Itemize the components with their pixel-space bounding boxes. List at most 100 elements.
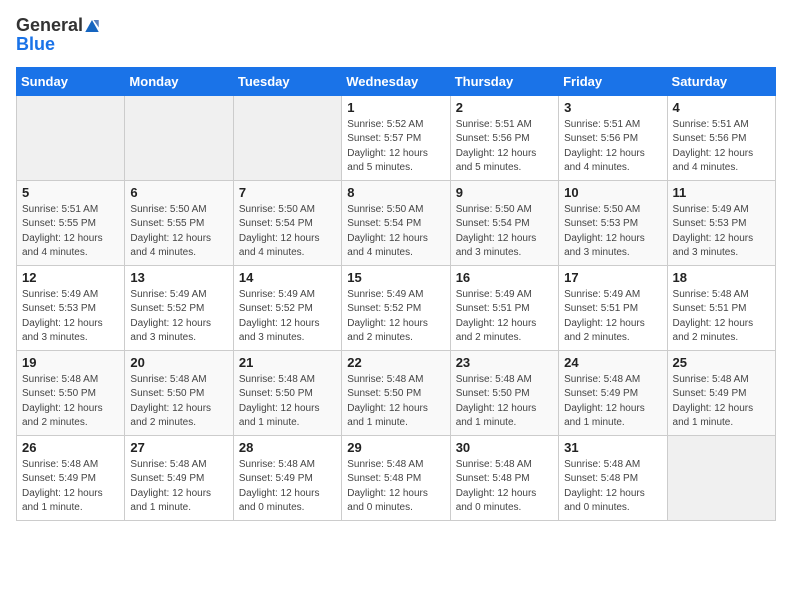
day-info: Sunrise: 5:48 AMSunset: 5:50 PMDaylight:… — [347, 373, 444, 431]
day-info: Sunrise: 5:48 AMSunset: 5:49 PMDaylight:… — [130, 458, 227, 516]
weekday-header-saturday: Saturday — [667, 67, 775, 95]
day-number: 17 — [564, 270, 661, 285]
day-info: Sunrise: 5:48 AMSunset: 5:50 PMDaylight:… — [456, 373, 553, 431]
day-number: 13 — [130, 270, 227, 285]
calendar-cell: 25 Sunrise: 5:48 AMSunset: 5:49 PMDayligh… — [667, 350, 775, 435]
day-info: Sunrise: 5:51 AMSunset: 5:56 PMDaylight:… — [673, 118, 770, 176]
calendar-cell — [17, 95, 125, 180]
day-number: 25 — [673, 355, 770, 370]
day-info: Sunrise: 5:48 AMSunset: 5:48 PMDaylight:… — [564, 458, 661, 516]
calendar-cell: 29Sunrise: 5:48 AMSunset: 5:48 PMDayligh… — [342, 435, 450, 520]
day-number: 9 — [456, 185, 553, 200]
calendar-table: SundayMondayTuesdayWednesdayThursdayFrid… — [16, 67, 776, 521]
calendar-cell: 22Sunrise: 5:48 AMSunset: 5:50 PMDayligh… — [342, 350, 450, 435]
calendar-cell: 19Sunrise: 5:48 AMSunset: 5:50 PMDayligh… — [17, 350, 125, 435]
calendar-cell: 24 Sunrise: 5:48 AMSunset: 5:49 PMDayligh… — [559, 350, 667, 435]
calendar-cell: 2 Sunrise: 5:51 AMSunset: 5:56 PMDaylight… — [450, 95, 558, 180]
day-info: Sunrise: 5:48 AMSunset: 5:50 PMDaylight:… — [22, 373, 119, 431]
day-info: Sunrise: 5:50 AMSunset: 5:54 PMDaylight:… — [239, 203, 336, 261]
day-number: 31 — [564, 440, 661, 455]
day-info: Sunrise: 5:48 AMSunset: 5:50 PMDaylight:… — [130, 373, 227, 431]
day-info: Sunrise: 5:49 AMSunset: 5:53 PMDaylight:… — [673, 203, 770, 261]
day-info: Sunrise: 5:48 AMSunset: 5:51 PMDaylight:… — [673, 288, 770, 346]
calendar-cell — [125, 95, 233, 180]
day-info: Sunrise: 5:48 AMSunset: 5:48 PMDaylight:… — [347, 458, 444, 516]
day-info: Sunrise: 5:49 AMSunset: 5:51 PMDaylight:… — [456, 288, 553, 346]
calendar-cell: 5 Sunrise: 5:51 AMSunset: 5:55 PMDaylight… — [17, 180, 125, 265]
weekday-header-tuesday: Tuesday — [233, 67, 341, 95]
day-number: 30 — [456, 440, 553, 455]
calendar-body: 1 Sunrise: 5:52 AMSunset: 5:57 PMDaylight… — [17, 95, 776, 520]
calendar-week-1: 1 Sunrise: 5:52 AMSunset: 5:57 PMDaylight… — [17, 95, 776, 180]
calendar-cell: 18 Sunrise: 5:48 AMSunset: 5:51 PMDayligh… — [667, 265, 775, 350]
day-number: 26 — [22, 440, 119, 455]
calendar-week-5: 26 Sunrise: 5:48 AMSunset: 5:49 PMDayligh… — [17, 435, 776, 520]
day-info: Sunrise: 5:50 AMSunset: 5:55 PMDaylight:… — [130, 203, 227, 261]
day-info: Sunrise: 5:49 AMSunset: 5:52 PMDaylight:… — [347, 288, 444, 346]
day-number: 28 — [239, 440, 336, 455]
day-number: 10 — [564, 185, 661, 200]
calendar-week-3: 12 Sunrise: 5:49 AMSunset: 5:53 PMDayligh… — [17, 265, 776, 350]
calendar-cell: 11 Sunrise: 5:49 AMSunset: 5:53 PMDayligh… — [667, 180, 775, 265]
calendar-cell: 14 Sunrise: 5:49 AMSunset: 5:52 PMDayligh… — [233, 265, 341, 350]
weekday-header-sunday: Sunday — [17, 67, 125, 95]
day-info: Sunrise: 5:48 AMSunset: 5:49 PMDaylight:… — [239, 458, 336, 516]
calendar-cell: 9 Sunrise: 5:50 AMSunset: 5:54 PMDaylight… — [450, 180, 558, 265]
calendar-cell: 16Sunrise: 5:49 AMSunset: 5:51 PMDayligh… — [450, 265, 558, 350]
day-number: 3 — [564, 100, 661, 115]
calendar-cell: 12 Sunrise: 5:49 AMSunset: 5:53 PMDayligh… — [17, 265, 125, 350]
day-info: Sunrise: 5:50 AMSunset: 5:54 PMDaylight:… — [347, 203, 444, 261]
day-info: Sunrise: 5:49 AMSunset: 5:52 PMDaylight:… — [130, 288, 227, 346]
day-info: Sunrise: 5:51 AMSunset: 5:56 PMDaylight:… — [456, 118, 553, 176]
calendar-cell: 10 Sunrise: 5:50 AMSunset: 5:53 PMDayligh… — [559, 180, 667, 265]
calendar-cell: 20 Sunrise: 5:48 AMSunset: 5:50 PMDayligh… — [125, 350, 233, 435]
day-number: 6 — [130, 185, 227, 200]
calendar-cell: 17Sunrise: 5:49 AMSunset: 5:51 PMDayligh… — [559, 265, 667, 350]
calendar-cell: 13 Sunrise: 5:49 AMSunset: 5:52 PMDayligh… — [125, 265, 233, 350]
calendar-cell: 15 Sunrise: 5:49 AMSunset: 5:52 PMDayligh… — [342, 265, 450, 350]
day-info: Sunrise: 5:48 AMSunset: 5:48 PMDaylight:… — [456, 458, 553, 516]
logo-blue: Blue — [16, 34, 101, 55]
day-number: 5 — [22, 185, 119, 200]
day-info: Sunrise: 5:50 AMSunset: 5:53 PMDaylight:… — [564, 203, 661, 261]
calendar-cell: 27Sunrise: 5:48 AMSunset: 5:49 PMDayligh… — [125, 435, 233, 520]
day-info: Sunrise: 5:49 AMSunset: 5:52 PMDaylight:… — [239, 288, 336, 346]
calendar-cell — [667, 435, 775, 520]
day-number: 20 — [130, 355, 227, 370]
calendar-cell: 26 Sunrise: 5:48 AMSunset: 5:49 PMDayligh… — [17, 435, 125, 520]
day-number: 8 — [347, 185, 444, 200]
calendar-week-2: 5 Sunrise: 5:51 AMSunset: 5:55 PMDaylight… — [17, 180, 776, 265]
day-number: 11 — [673, 185, 770, 200]
calendar-cell: 23 Sunrise: 5:48 AMSunset: 5:50 PMDayligh… — [450, 350, 558, 435]
day-info: Sunrise: 5:51 AMSunset: 5:56 PMDaylight:… — [564, 118, 661, 176]
calendar-cell — [233, 95, 341, 180]
day-info: Sunrise: 5:48 AMSunset: 5:49 PMDaylight:… — [22, 458, 119, 516]
calendar-cell: 31 Sunrise: 5:48 AMSunset: 5:48 PMDayligh… — [559, 435, 667, 520]
day-info: Sunrise: 5:49 AMSunset: 5:53 PMDaylight:… — [22, 288, 119, 346]
day-number: 1 — [347, 100, 444, 115]
calendar-cell: 1 Sunrise: 5:52 AMSunset: 5:57 PMDaylight… — [342, 95, 450, 180]
day-info: Sunrise: 5:52 AMSunset: 5:57 PMDaylight:… — [347, 118, 444, 176]
day-number: 2 — [456, 100, 553, 115]
calendar-cell: 21 Sunrise: 5:48 AMSunset: 5:50 PMDayligh… — [233, 350, 341, 435]
day-info: Sunrise: 5:48 AMSunset: 5:49 PMDaylight:… — [673, 373, 770, 431]
weekday-header-wednesday: Wednesday — [342, 67, 450, 95]
day-number: 15 — [347, 270, 444, 285]
day-number: 12 — [22, 270, 119, 285]
day-info: Sunrise: 5:48 AMSunset: 5:50 PMDaylight:… — [239, 373, 336, 431]
day-info: Sunrise: 5:51 AMSunset: 5:55 PMDaylight:… — [22, 203, 119, 261]
day-info: Sunrise: 5:50 AMSunset: 5:54 PMDaylight:… — [456, 203, 553, 261]
day-number: 21 — [239, 355, 336, 370]
day-info: Sunrise: 5:48 AMSunset: 5:49 PMDaylight:… — [564, 373, 661, 431]
day-number: 4 — [673, 100, 770, 115]
calendar-cell: 28 Sunrise: 5:48 AMSunset: 5:49 PMDayligh… — [233, 435, 341, 520]
day-number: 23 — [456, 355, 553, 370]
page-header: General Blue — [16, 16, 776, 55]
day-number: 18 — [673, 270, 770, 285]
day-number: 7 — [239, 185, 336, 200]
calendar-cell: 4 Sunrise: 5:51 AMSunset: 5:56 PMDaylight… — [667, 95, 775, 180]
weekday-header-friday: Friday — [559, 67, 667, 95]
day-number: 24 — [564, 355, 661, 370]
day-number: 14 — [239, 270, 336, 285]
weekday-header-monday: Monday — [125, 67, 233, 95]
